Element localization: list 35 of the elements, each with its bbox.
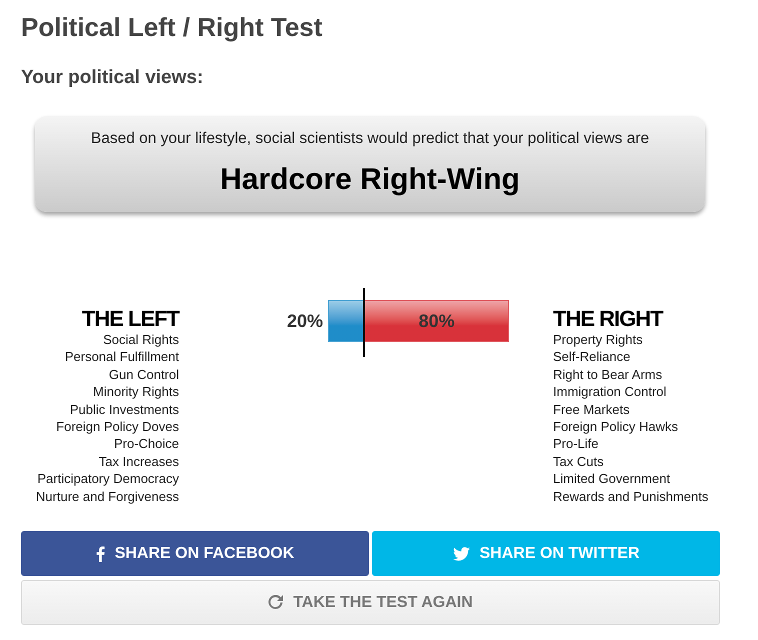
percent-label: 20% bbox=[286, 310, 323, 332]
facebook-share-button[interactable]: SHARE ON FACEBOOK bbox=[21, 531, 369, 576]
value-label: Pro-Life bbox=[553, 435, 599, 453]
value-label: Minority Rights bbox=[93, 383, 179, 401]
section-heading: Your political views: bbox=[21, 66, 204, 90]
value-label: Foreign Policy Doves bbox=[56, 418, 179, 436]
side-heading: THE LEFT bbox=[82, 307, 179, 331]
value-label: Free Markets bbox=[553, 400, 630, 418]
value-label: Self-Reliance bbox=[553, 348, 630, 366]
value-label: Rewards and Punishments bbox=[553, 488, 708, 506]
retake-test-button[interactable]: TAKE THE TEST AGAIN bbox=[21, 580, 720, 626]
bird-icon bbox=[452, 546, 470, 561]
value-label: Personal Fulfillment bbox=[64, 348, 179, 366]
side-heading: THE RIGHT bbox=[553, 307, 663, 331]
page-title: Political Left / Right Test bbox=[21, 12, 322, 42]
result-intro: Based on your lifestyle, social scientists would predict that your political views are bbox=[90, 129, 650, 149]
value-label: Foreign Policy Hawks bbox=[553, 418, 678, 436]
value-label: Nurture and Forgiveness bbox=[36, 488, 179, 506]
value-label: Tax Increases bbox=[98, 452, 179, 470]
letter-f-icon bbox=[96, 546, 105, 562]
split-line bbox=[363, 288, 366, 357]
percent-label: 80% bbox=[418, 310, 455, 332]
value-label: Immigration Control bbox=[553, 383, 666, 401]
value-label: Public Investments bbox=[70, 400, 179, 418]
value-label: Limited Government bbox=[553, 470, 670, 488]
circular-arrow-icon bbox=[268, 595, 284, 610]
twitter-share-button[interactable]: SHARE ON TWITTER bbox=[372, 531, 720, 576]
value-label: Gun Control bbox=[108, 366, 179, 384]
value-label: Tax Cuts bbox=[553, 452, 604, 470]
value-label: Pro-Choice bbox=[114, 435, 179, 453]
value-label: Right to Bear Arms bbox=[553, 366, 662, 384]
result-verdict: Hardcore Right-Wing bbox=[220, 163, 520, 197]
value-label: Property Rights bbox=[553, 331, 643, 348]
value-label: Social Rights bbox=[103, 331, 179, 348]
value-label: Participatory Democracy bbox=[37, 470, 179, 488]
